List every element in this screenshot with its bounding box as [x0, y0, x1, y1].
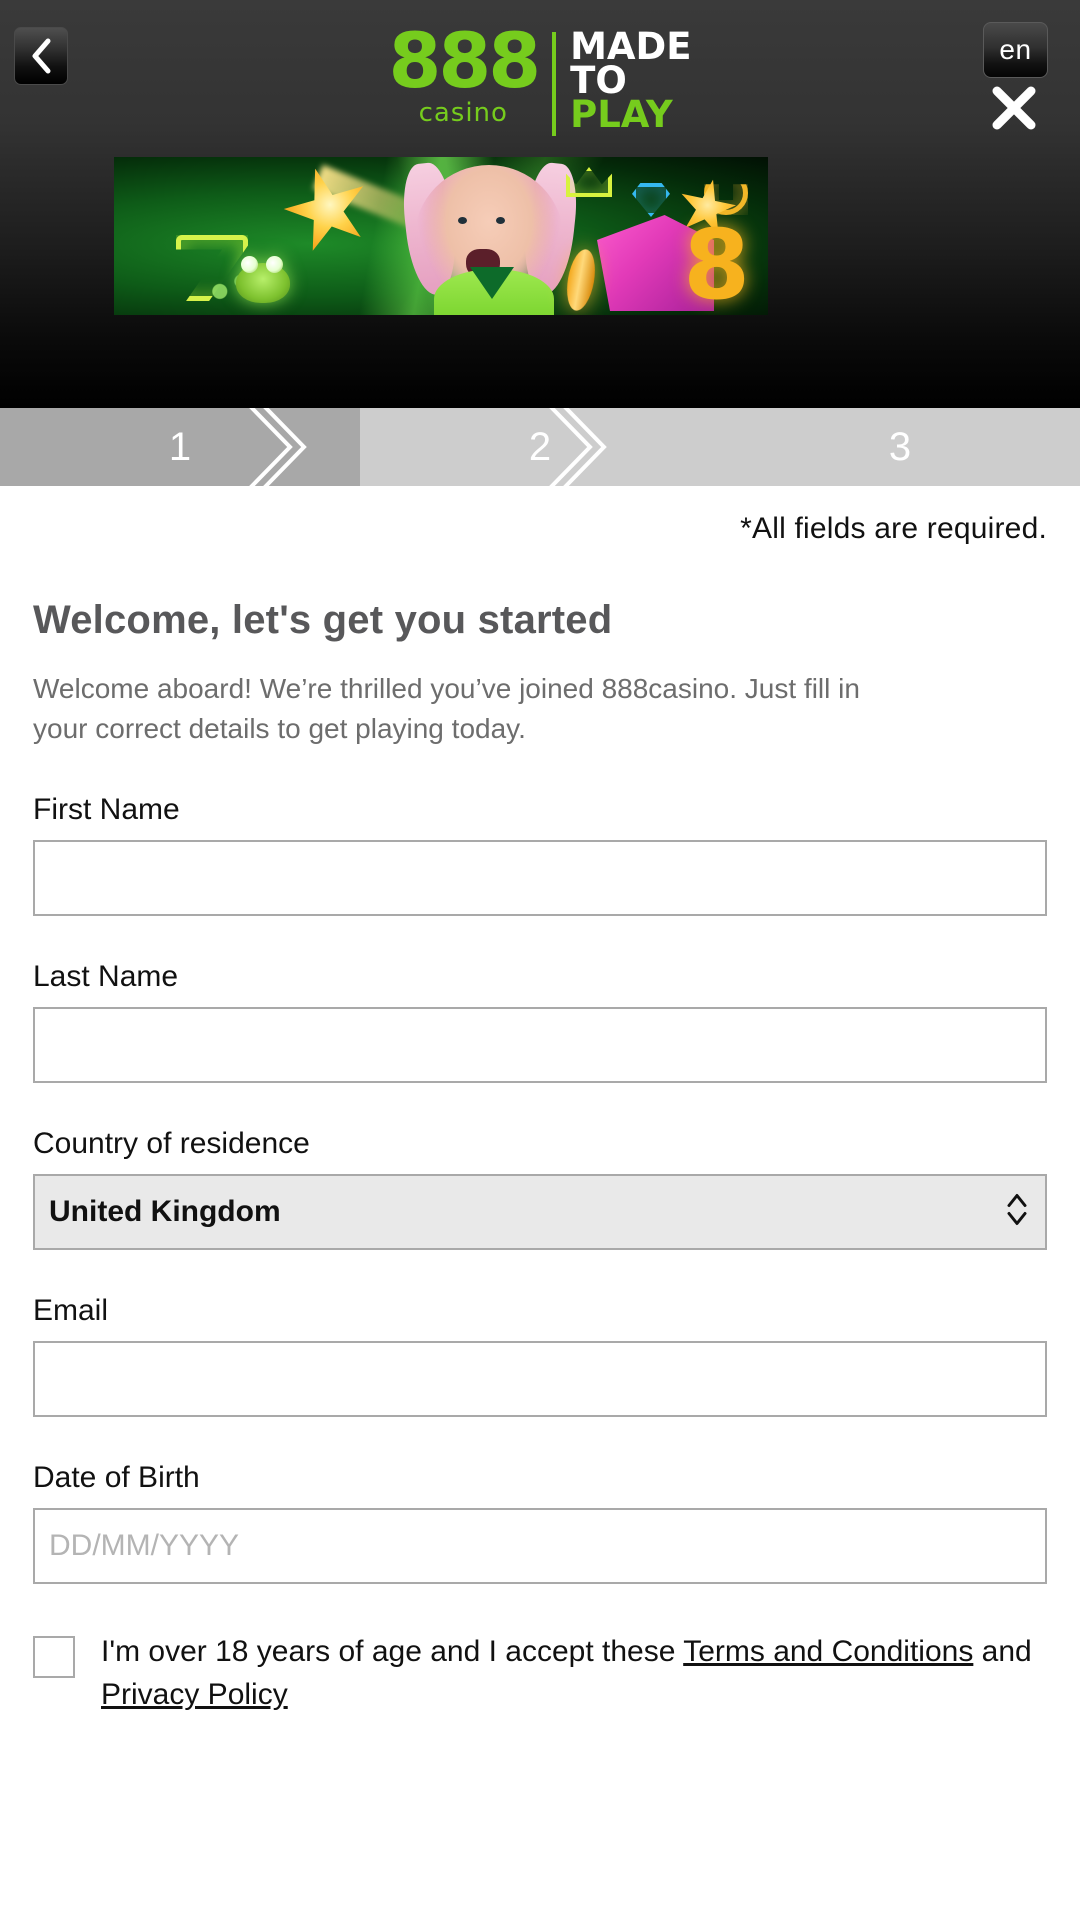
field-date-of-birth: Date of Birth	[33, 1461, 1047, 1584]
back-button[interactable]	[14, 27, 68, 85]
app-header: 888 casino MADE TO PLAY en 8	[0, 0, 1080, 408]
brand-logo: 888 casino MADE TO PLAY	[0, 16, 1080, 137]
logo-divider	[552, 32, 557, 136]
last-name-input[interactable]	[33, 1006, 1047, 1083]
terms-and-conditions-link[interactable]: Terms and Conditions	[683, 1635, 973, 1668]
language-button[interactable]: en	[983, 22, 1048, 78]
email-label: Email	[33, 1293, 109, 1327]
logo-tagline: MADE TO PLAY	[570, 25, 692, 137]
page-title: Welcome, let's get you started	[33, 598, 613, 642]
country-label: Country of residence	[33, 1126, 310, 1160]
step-3[interactable]: 3	[720, 408, 1080, 486]
first-name-input[interactable]	[33, 839, 1047, 916]
logo-wordmark: 888 casino	[388, 16, 541, 129]
step-2[interactable]: 2	[360, 408, 720, 486]
banner-model-eye-right	[496, 217, 505, 224]
step-1[interactable]: 1	[0, 408, 360, 486]
page-subtitle: Welcome aboard! We’re thrilled you’ve jo…	[33, 673, 860, 744]
country-select-wrapper: United Kingdom	[33, 1173, 1047, 1250]
chevron-left-icon	[30, 38, 52, 74]
registration-stepper: 1 2 3	[0, 408, 1080, 486]
terms-text: I'm over 18 years of age and I accept th…	[101, 1630, 1047, 1717]
terms-text-before: I'm over 18 years of age and I accept th…	[101, 1634, 684, 1668]
close-button[interactable]	[988, 84, 1040, 136]
last-name-label: Last Name	[33, 959, 179, 993]
field-email: Email	[33, 1294, 1047, 1417]
tagline-made: MADE	[570, 25, 692, 68]
banner-model-eye-left	[458, 217, 467, 224]
banner-eight-text: 8	[683, 209, 750, 315]
registration-form: *All fields are required. Welcome, let's…	[0, 486, 1080, 1747]
field-first-name: First Name	[33, 793, 1047, 916]
required-fields-note: *All fields are required.	[740, 512, 1047, 545]
promo-banner[interactable]: 8	[114, 157, 768, 315]
tagline-to: TO	[570, 59, 627, 103]
email-input[interactable]	[33, 1340, 1047, 1417]
privacy-policy-link[interactable]: Privacy Policy	[101, 1678, 288, 1711]
terms-text-middle: and	[973, 1634, 1032, 1668]
tagline-play: PLAY	[570, 93, 673, 137]
terms-acceptance-row: I'm over 18 years of age and I accept th…	[33, 1630, 1047, 1747]
logo-casino-text: casino	[418, 98, 508, 128]
first-name-label: First Name	[33, 792, 180, 826]
close-icon	[989, 83, 1039, 138]
date-of-birth-label: Date of Birth	[33, 1460, 200, 1494]
date-of-birth-input[interactable]	[33, 1507, 1047, 1584]
field-country: Country of residence United Kingdom	[33, 1127, 1047, 1250]
neon-frog-icon	[236, 256, 290, 303]
country-select[interactable]: United Kingdom	[33, 1173, 1047, 1250]
field-last-name: Last Name	[33, 960, 1047, 1083]
logo-888-text: 888	[388, 16, 541, 105]
terms-checkbox[interactable]	[33, 1635, 75, 1678]
